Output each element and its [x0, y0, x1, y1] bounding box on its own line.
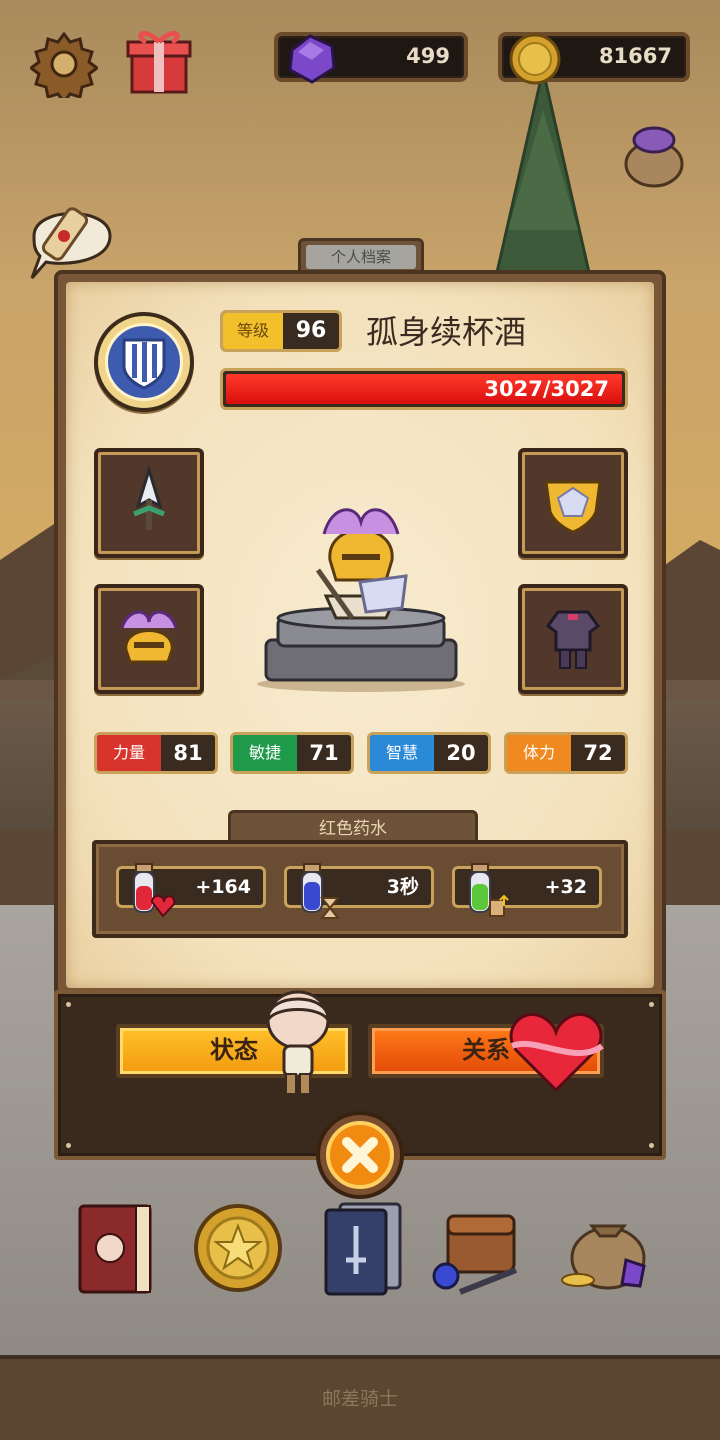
settings-button[interactable] [30, 30, 98, 98]
potion-heal-value: +164 [195, 876, 251, 898]
profile-tab[interactable]: 个人档案 [298, 238, 424, 274]
nav-inventory-button[interactable] [430, 1196, 530, 1300]
nav-coin-button[interactable] [188, 1196, 288, 1300]
knight-on-pedestal [257, 508, 465, 692]
level-label: 等级 [223, 313, 283, 349]
player-name: 孤身续杯酒 [366, 313, 527, 351]
strength-value: 81 [173, 741, 203, 765]
strength-label: 力量 [97, 735, 161, 771]
gift-button[interactable] [124, 26, 194, 98]
girl-character [266, 990, 330, 1095]
emblem-inner [105, 323, 183, 401]
weapon-slot[interactable] [94, 448, 204, 558]
sword-shield-icon [122, 338, 166, 390]
nav-treasure-button[interactable] [556, 1196, 656, 1300]
cards-icon [324, 1202, 402, 1296]
level-badge: 等级 96 [220, 310, 342, 352]
close-button[interactable] [315, 1110, 405, 1200]
rivet [649, 1002, 654, 1007]
potion-cooldown-value: 3秒 [386, 876, 419, 898]
coin-count: 81667 [598, 44, 672, 68]
gem-icon [288, 34, 336, 84]
footer-title: 邮差骑士 [321, 1388, 398, 1410]
pine-tree [491, 70, 595, 290]
coin-counter[interactable]: 81667 [498, 32, 690, 85]
treasure-sack-icon [561, 1224, 646, 1290]
nav-book-button[interactable] [66, 1196, 166, 1300]
gear-icon [30, 31, 98, 98]
shield-slot[interactable] [518, 448, 628, 558]
stamina-value: 72 [583, 741, 613, 765]
helmet-slot[interactable] [94, 584, 204, 694]
red-potion-heart-icon [133, 863, 176, 918]
rivet [66, 1143, 71, 1148]
rivet [649, 1143, 654, 1148]
stamina-stat: 体力 72 [504, 732, 628, 774]
backpack-icon [432, 1214, 518, 1295]
stamina-label: 体力 [507, 735, 571, 771]
potion-title: 红色药水 [228, 810, 478, 844]
wisdom-stat: 智慧 20 [367, 732, 491, 774]
gift-icon [126, 30, 192, 94]
profile-tab-label: 个人档案 [306, 245, 416, 269]
helmet-icon [120, 610, 178, 664]
armor-slot[interactable] [518, 584, 628, 694]
agility-label: 敏捷 [233, 735, 297, 771]
wisdom-value: 20 [446, 741, 476, 765]
level-value: 96 [295, 318, 327, 343]
blue-potion-hourglass-icon [301, 863, 341, 919]
agility-value: 71 [309, 741, 339, 765]
star-coin-icon [194, 1204, 282, 1292]
coin-icon [509, 33, 561, 85]
heart-icon [509, 1012, 604, 1093]
rivet [66, 1002, 71, 1007]
green-potion-buff-icon [469, 863, 509, 917]
hp-value: 3027/3027 [484, 377, 609, 401]
wisdom-label: 智慧 [370, 735, 434, 771]
strength-stat: 力量 81 [94, 732, 218, 774]
armor-icon [545, 610, 601, 669]
potion-bonus-value: +32 [544, 876, 587, 898]
gem-count: 499 [406, 44, 450, 68]
book-icon [78, 1204, 152, 1294]
guild-emblem[interactable] [94, 312, 194, 412]
close-icon [316, 1111, 404, 1199]
nav-cards-button[interactable] [312, 1196, 412, 1300]
gem-sack-icon [624, 126, 684, 188]
gem-counter[interactable]: 499 [274, 32, 468, 84]
gem-sack-button[interactable] [620, 118, 688, 188]
shield-icon [544, 480, 602, 534]
spear-icon [133, 464, 165, 530]
hp-bar: 3027/3027 [220, 368, 628, 410]
agility-stat: 敏捷 71 [230, 732, 354, 774]
